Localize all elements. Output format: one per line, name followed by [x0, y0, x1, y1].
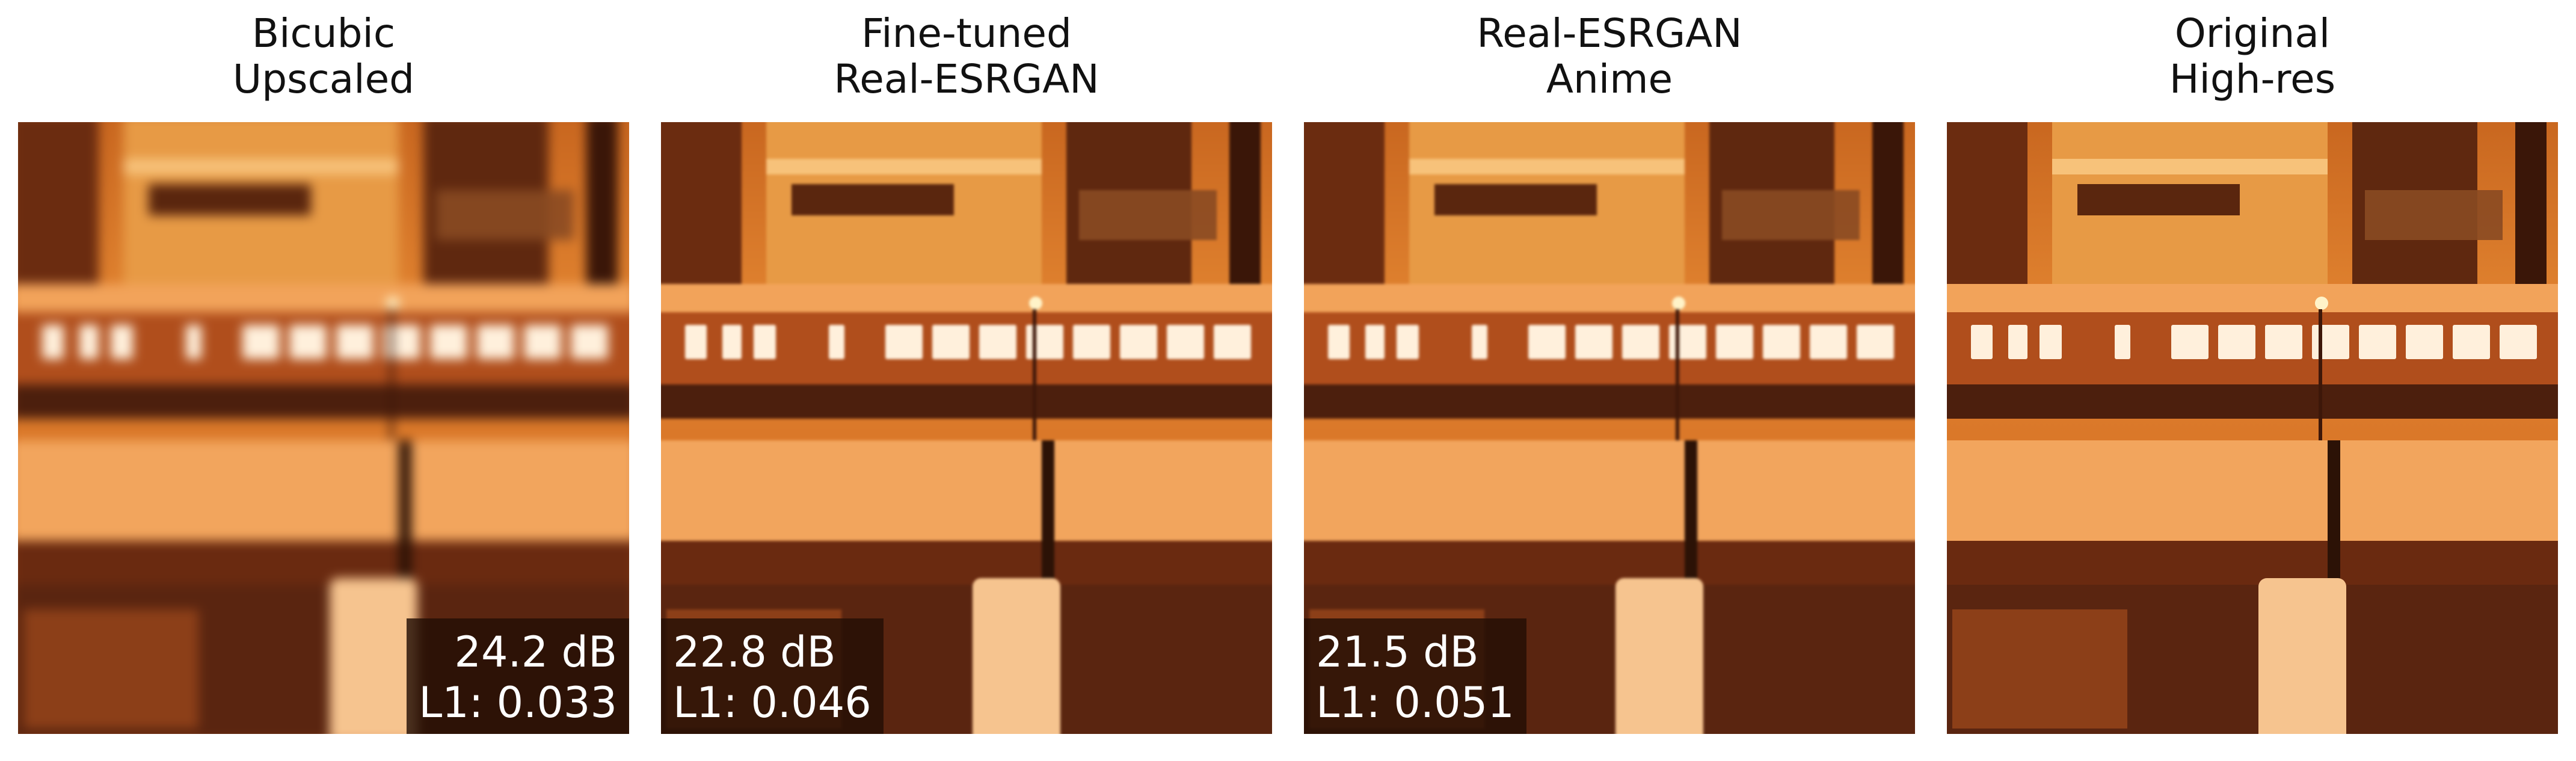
metrics-badge: 22.8 dB L1: 0.046: [661, 618, 884, 734]
panel-title: Bicubic Upscaled: [18, 11, 629, 102]
panel-fine-tuned: Fine-tuned Real-ESRGAN 22.8 dB L1: 0.046: [661, 0, 1272, 761]
image-original-high-res: [1947, 122, 2558, 734]
l1-value: L1: 0.051: [1316, 678, 1514, 727]
panel-title: Fine-tuned Real-ESRGAN: [661, 11, 1272, 102]
scene: [1947, 122, 2558, 734]
title-line-1: Bicubic: [251, 10, 396, 57]
psnr-value: 22.8 dB: [673, 627, 836, 677]
l1-value: L1: 0.046: [673, 678, 871, 727]
panel-bicubic: Bicubic Upscaled 24.2 dB L1: 0.033: [18, 0, 629, 761]
psnr-value: 24.2 dB: [454, 627, 617, 677]
title-line-2: Upscaled: [232, 56, 415, 102]
l1-value: L1: 0.033: [419, 678, 617, 727]
title-line-2: Anime: [1546, 56, 1673, 102]
title-line-2: Real-ESRGAN: [834, 56, 1099, 102]
panel-title: Real-ESRGAN Anime: [1304, 11, 1915, 102]
metrics-badge: 21.5 dB L1: 0.051: [1304, 618, 1526, 734]
panel-real-esrgan-anime: Real-ESRGAN Anime 21.5 dB L1: 0.051: [1304, 0, 1915, 761]
title-line-1: Real-ESRGAN: [1477, 10, 1742, 57]
panel-original: Original High-res: [1947, 0, 2558, 761]
psnr-value: 21.5 dB: [1316, 627, 1479, 677]
image-bicubic-upscaled: 24.2 dB L1: 0.033: [18, 122, 629, 734]
image-real-esrgan-anime: 21.5 dB L1: 0.051: [1304, 122, 1915, 734]
panel-title: Original High-res: [1947, 11, 2558, 102]
title-line-1: Original: [2174, 10, 2331, 57]
title-line-1: Fine-tuned: [861, 10, 1072, 57]
metrics-badge: 24.2 dB L1: 0.033: [407, 618, 629, 734]
title-line-2: High-res: [2169, 56, 2336, 102]
image-fine-tuned-real-esrgan: 22.8 dB L1: 0.046: [661, 122, 1272, 734]
